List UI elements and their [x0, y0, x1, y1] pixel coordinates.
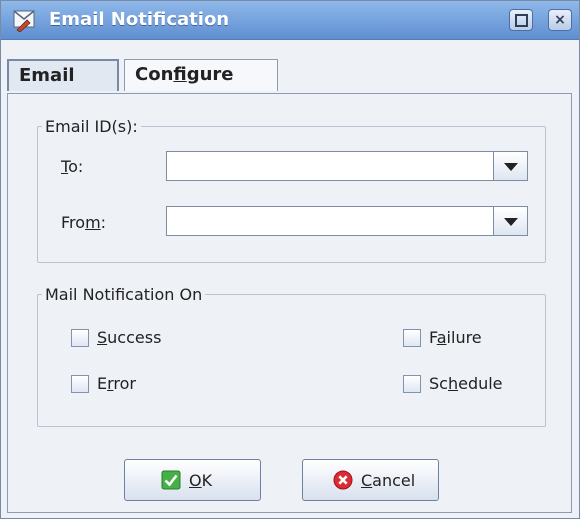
error-checkbox-box[interactable]	[71, 375, 89, 393]
email-notification-dialog: Email Notification × Email Configure Ema…	[0, 0, 580, 519]
failure-checkbox-box[interactable]	[403, 329, 421, 347]
tab-email[interactable]: Email	[7, 59, 119, 91]
schedule-checkbox-box[interactable]	[403, 375, 421, 393]
title-bar[interactable]: Email Notification ×	[1, 1, 579, 40]
cancel-icon	[333, 470, 353, 490]
schedule-label: Schedule	[429, 374, 503, 393]
maximize-icon	[514, 14, 528, 27]
from-combobox[interactable]	[166, 206, 528, 236]
chevron-down-icon	[504, 163, 518, 171]
tab-email-label: Email	[19, 65, 75, 86]
cancel-button[interactable]: Cancel	[302, 459, 439, 501]
tab-configure-label: Configure	[135, 64, 234, 85]
close-button[interactable]: ×	[548, 9, 572, 31]
success-checkbox-box[interactable]	[71, 329, 89, 347]
close-icon: ×	[554, 12, 566, 28]
tab-configure[interactable]: Configure	[124, 59, 278, 91]
to-dropdown-button[interactable]	[493, 152, 527, 180]
cancel-label: Cancel	[361, 471, 416, 490]
error-label: Error	[97, 374, 136, 393]
mail-notification-legend: Mail Notification On	[45, 285, 203, 304]
from-label: From:	[61, 213, 107, 232]
ok-button[interactable]: OK	[124, 459, 261, 501]
app-icon	[13, 10, 35, 32]
failure-label: Failure	[429, 328, 482, 347]
from-dropdown-button[interactable]	[493, 207, 527, 235]
email-ids-legend: Email ID(s):	[45, 117, 138, 136]
maximize-button[interactable]	[509, 9, 533, 31]
mail-notification-group: Mail Notification On	[37, 285, 546, 427]
to-combobox[interactable]	[166, 151, 528, 181]
chevron-down-icon	[504, 218, 518, 226]
ok-label: OK	[189, 471, 213, 490]
window-title: Email Notification	[49, 9, 230, 30]
checkmark-icon	[161, 470, 181, 490]
email-ids-group: Email ID(s):	[37, 117, 546, 263]
to-label: To:	[61, 157, 84, 176]
success-label: Success	[97, 328, 162, 347]
